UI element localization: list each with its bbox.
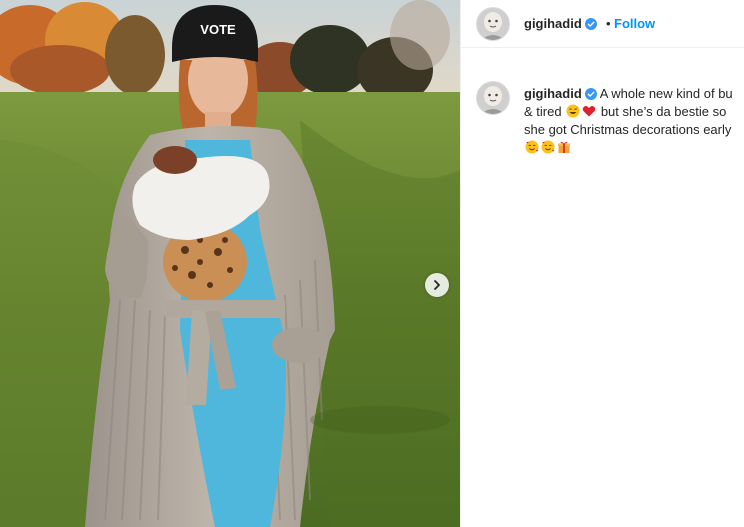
smiling-hearts-emoji-icon (525, 140, 539, 154)
follow-button[interactable]: Follow (614, 16, 655, 31)
caption-username[interactable]: gigihadid (524, 86, 582, 101)
svg-text:VOTE: VOTE (200, 22, 236, 37)
verified-badge-icon (584, 18, 597, 30)
caption-line-3: she got Christmas decorations early (524, 121, 744, 139)
profile-avatar-image (477, 8, 509, 40)
post-side-panel: gigihadid • Follow gigihadid A whole new… (460, 0, 744, 527)
caption-line-1: gigihadid A whole new kind of bu (524, 85, 744, 103)
smiling-hearts-emoji-icon (541, 140, 555, 154)
post-caption: gigihadid A whole new kind of bu & tired… (524, 85, 744, 157)
grinning-sweat-emoji-icon (566, 104, 580, 118)
caption-text-2a: & tired (524, 104, 562, 119)
red-heart-emoji-icon (582, 106, 596, 117)
header-avatar[interactable] (477, 8, 509, 40)
gift-emoji-icon (558, 141, 570, 153)
caption-avatar[interactable] (477, 82, 509, 114)
header-username[interactable]: gigihadid (524, 16, 597, 31)
chevron-right-icon (434, 280, 440, 290)
post-photo[interactable]: VOTE (0, 0, 460, 527)
post-header: gigihadid • Follow (461, 0, 744, 48)
caption-text-2b: but she’s da bestie so (600, 104, 727, 119)
header-username-text[interactable]: gigihadid (524, 16, 582, 31)
header-separator: • (606, 16, 611, 31)
caption-text-1: A whole new kind of bu (599, 86, 733, 101)
caption-line-4 (524, 139, 744, 157)
profile-avatar-image (477, 82, 509, 114)
verified-badge-icon (584, 88, 597, 100)
next-photo-button[interactable] (425, 273, 449, 297)
caption-text-3: she got Christmas decorations early (524, 122, 732, 137)
post-photo-illustration: VOTE (0, 0, 460, 527)
caption-line-2: & tired but she’s da bestie so (524, 103, 744, 121)
